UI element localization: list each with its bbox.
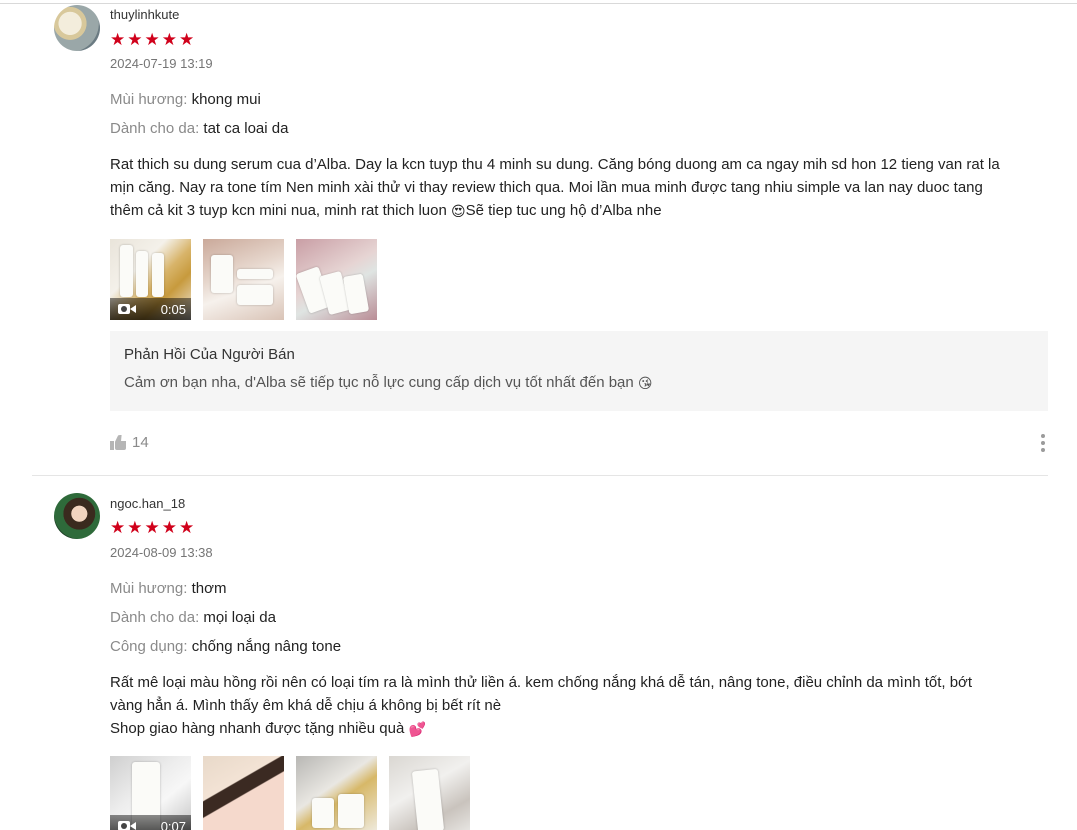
review-media-list: 0:07 — [110, 756, 470, 830]
attribute-label: Mùi hương: — [110, 580, 188, 597]
attribute-effect: Công dụng: chống nắng nâng tone — [110, 638, 341, 655]
review-content-line: Rat thich su dung serum cua d’Alba. Day … — [110, 156, 1000, 173]
review-content-text: Shop giao hàng nhanh được tặng nhiều quà — [110, 720, 409, 737]
attribute-value: chống nắng nâng tone — [191, 638, 342, 655]
star-icon: ★ — [144, 518, 160, 537]
product-tube-image — [136, 251, 148, 297]
product-sachet-image — [237, 285, 273, 305]
review-content-text: thêm cả kit 3 tuyp kcn mini nua, minh ra… — [110, 202, 451, 219]
star-icon: ★ — [110, 518, 126, 537]
product-box-image — [338, 794, 364, 828]
review-content-line: thêm cả kit 3 tuyp kcn mini nua, minh ra… — [110, 199, 1050, 222]
review-date: 2024-08-09 13:38 — [110, 545, 213, 560]
star-icon: ★ — [144, 30, 160, 49]
review-video-thumbnail[interactable]: 0:05 — [110, 239, 191, 320]
seller-reply-title: Phản Hồi Của Người Bán — [124, 346, 295, 363]
kiss-emoji-icon: 😘 — [637, 375, 653, 391]
product-tube-image — [411, 768, 445, 830]
product-tube-image — [120, 245, 133, 297]
star-icon: ★ — [179, 518, 195, 537]
review-username[interactable]: ngoc.han_18 — [110, 496, 185, 511]
attribute-label: Dành cho da: — [110, 609, 200, 626]
seller-reply-text: Cảm ơn bạn nha, d'Alba sẽ tiếp tục nỗ lự… — [124, 374, 1034, 391]
attribute-value: mọi loại da — [203, 609, 276, 626]
video-duration-bar: 0:05 — [110, 298, 191, 320]
attribute-label: Công dụng: — [110, 638, 188, 655]
star-icon: ★ — [161, 30, 177, 49]
review-content: Rat thich su dung serum cua d’Alba. Day … — [110, 153, 1050, 222]
review-image-thumbnail[interactable] — [296, 239, 377, 320]
attribute-label: Dành cho da: — [110, 120, 200, 137]
review-content: Rất mê loại màu hồng rồi nên có loại tím… — [110, 671, 1050, 740]
star-icon: ★ — [110, 30, 126, 49]
attribute-label: Mùi hương: — [110, 91, 188, 108]
review-content-line: vàng hẳn á. Mình thấy êm khá dễ chịu á k… — [110, 697, 502, 714]
seller-reply-message: Cảm ơn bạn nha, d'Alba sẽ tiếp tục nỗ lự… — [124, 374, 638, 391]
attribute-value: thơm — [191, 580, 227, 597]
video-camera-icon — [118, 820, 136, 830]
review-media-list: 0:05 — [110, 239, 377, 320]
review-date: 2024-07-19 13:19 — [110, 56, 213, 71]
avatar[interactable] — [54, 493, 100, 539]
more-vertical-icon[interactable] — [1041, 434, 1047, 452]
video-duration: 0:05 — [160, 301, 186, 317]
video-duration-bar: 0:07 — [110, 815, 191, 830]
attribute-value: tat ca loai da — [203, 120, 289, 137]
like-button[interactable]: 14 — [110, 434, 149, 451]
two-hearts-emoji-icon: 💕 — [408, 721, 426, 737]
attribute-scent: Mùi hương: thơm — [110, 580, 226, 597]
seller-reply: Phản Hồi Của Người Bán Cảm ơn bạn nha, d… — [110, 331, 1048, 411]
star-icon: ★ — [179, 30, 195, 49]
review-content-text: Sẽ tiep tuc ung hộ d’Alba nhe — [465, 202, 662, 219]
video-camera-icon — [118, 303, 136, 315]
avatar[interactable] — [54, 5, 100, 51]
product-sachet-image — [237, 269, 273, 279]
attribute-skin-type: Dành cho da: tat ca loai da — [110, 120, 288, 137]
attribute-scent: Mùi hương: khong mui — [110, 91, 261, 108]
thumbs-up-icon — [110, 435, 126, 450]
attribute-value: khong mui — [191, 91, 261, 108]
star-icon: ★ — [161, 518, 177, 537]
attribute-skin-type: Dành cho da: mọi loại da — [110, 609, 276, 626]
product-tube-image — [152, 253, 164, 297]
video-duration: 0:07 — [160, 818, 186, 830]
review-video-thumbnail[interactable]: 0:07 — [110, 756, 191, 830]
review-image-thumbnail[interactable] — [203, 756, 284, 830]
star-icon: ★ — [127, 30, 143, 49]
review-image-thumbnail[interactable] — [203, 239, 284, 320]
review-content-line: mịn căng. Nay ra tone tím Nen minh xài t… — [110, 179, 983, 196]
review-image-thumbnail[interactable] — [389, 756, 470, 830]
heart-eyes-emoji-icon: 😍 — [451, 203, 466, 219]
like-count: 14 — [132, 434, 149, 451]
product-box-image — [211, 255, 233, 293]
rating-stars: ★ ★ ★ ★ ★ — [110, 31, 194, 48]
review-content-line: Shop giao hàng nhanh được tặng nhiều quà… — [110, 717, 1050, 740]
review-content-line: Rất mê loại màu hồng rồi nên có loại tím… — [110, 674, 973, 691]
product-box-image — [312, 798, 334, 828]
review-divider — [32, 475, 1048, 476]
star-icon: ★ — [127, 518, 143, 537]
review-username[interactable]: thuylinhkute — [110, 7, 179, 22]
rating-stars: ★ ★ ★ ★ ★ — [110, 519, 194, 536]
top-divider — [0, 3, 1077, 4]
review-image-thumbnail[interactable] — [296, 756, 377, 830]
